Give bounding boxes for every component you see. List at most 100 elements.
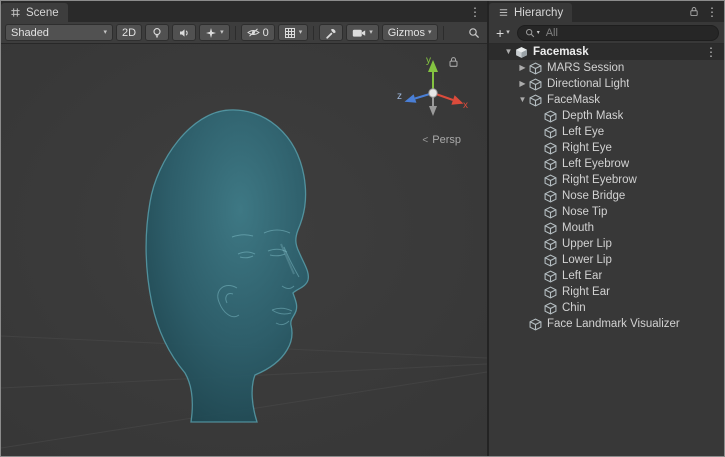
tree-row[interactable]: Right Ear <box>489 284 724 300</box>
scene-row-kebab-icon[interactable]: ⋮ <box>705 46 724 58</box>
tree-row[interactable]: ▼ FaceMask <box>489 92 724 108</box>
tree-row[interactable]: Left Eyebrow <box>489 156 724 172</box>
axis-x-cone[interactable] <box>451 95 463 104</box>
search-icon <box>468 27 480 39</box>
scene-lighting-button[interactable] <box>145 24 169 41</box>
scene-search-button[interactable] <box>465 27 483 39</box>
cube-icon <box>544 270 557 283</box>
tree-row[interactable]: Right Eyebrow <box>489 172 724 188</box>
scene-grid-icon <box>10 7 21 18</box>
hierarchy-search-field[interactable]: ▾ All <box>517 25 719 41</box>
axis-z-label: z <box>397 91 402 102</box>
tree-item-label: Nose Bridge <box>562 190 625 202</box>
gizmo-center-ball[interactable] <box>429 89 437 97</box>
tree-row[interactable]: ▶ Directional Light <box>489 76 724 92</box>
foldout-expanded-icon[interactable]: ▼ <box>502 48 515 56</box>
orientation-gizmo[interactable]: y x z <box>395 52 473 130</box>
cube-icon <box>529 94 542 107</box>
cube-icon <box>544 190 557 203</box>
tree-item-label: Face Landmark Visualizer <box>547 318 680 330</box>
tab-hierarchy[interactable]: Hierarchy <box>489 3 572 22</box>
tree-item-label: Directional Light <box>547 78 629 90</box>
chevron-down-icon: ▾ <box>369 29 373 36</box>
scene-effects-dropdown[interactable]: ▾ <box>199 24 230 41</box>
scene-visibility-button[interactable]: 0 <box>241 24 275 41</box>
chevron-down-icon: ▾ <box>103 29 107 36</box>
tree-row[interactable]: Depth Mask <box>489 108 724 124</box>
scene-tools-button[interactable] <box>319 24 343 41</box>
hierarchy-lock-icon[interactable] <box>689 6 699 17</box>
axis-y-label: y <box>426 55 431 66</box>
scene-name-label: Facemask <box>533 46 589 58</box>
tab-scene-label: Scene <box>26 7 59 19</box>
tree-row[interactable]: Upper Lip <box>489 236 724 252</box>
chevron-down-icon: ▾ <box>299 29 303 36</box>
chevron-down-icon: ▾ <box>506 29 510 36</box>
hierarchy-panel: Hierarchy ⋮ + ▾ ▾ All ▼ Facemask <box>489 1 724 456</box>
tree-row-scene[interactable]: ▼ Facemask ⋮ <box>489 44 724 60</box>
tree-item-label: FaceMask <box>547 94 600 106</box>
cube-icon <box>544 126 557 139</box>
search-filter-caret-icon[interactable]: ▾ <box>537 30 540 36</box>
shading-mode-dropdown[interactable]: Shaded ▾ <box>5 24 113 41</box>
hierarchy-tree: ▼ Facemask ⋮ ▶ MARS Session ▶ Directiona… <box>489 44 724 456</box>
tree-item-label: Depth Mask <box>562 110 623 122</box>
tree-row[interactable]: Nose Tip <box>489 204 724 220</box>
tree-item-label: Left Eyebrow <box>562 158 629 170</box>
view-lock-icon[interactable] <box>448 56 459 68</box>
tree-row[interactable]: Mouth <box>489 220 724 236</box>
list-icon <box>498 7 509 18</box>
unity-scene-icon <box>515 46 528 59</box>
create-object-button[interactable]: + ▾ <box>496 26 510 40</box>
scene-viewport[interactable]: y x z < Persp <box>1 44 487 456</box>
tree-row[interactable]: Left Eye <box>489 124 724 140</box>
shading-mode-label: Shaded <box>11 27 49 39</box>
grid-settings-dropdown[interactable]: ▾ <box>278 24 309 41</box>
cube-icon <box>544 158 557 171</box>
lightbulb-icon <box>151 27 163 39</box>
cube-icon <box>544 254 557 267</box>
foldout-expanded-icon[interactable]: ▼ <box>516 96 529 104</box>
scene-audio-button[interactable] <box>172 24 196 41</box>
tree-row[interactable]: ▶ Face Landmark Visualizer <box>489 316 724 332</box>
unity-editor-window: Scene ⋮ Shaded ▾ 2D ▾ <box>0 0 725 457</box>
projection-toggle[interactable]: < Persp <box>422 134 461 146</box>
tree-row[interactable]: Right Eye <box>489 140 724 156</box>
chevron-down-icon: ▾ <box>428 29 432 36</box>
toggle-2d-button[interactable]: 2D <box>116 24 142 41</box>
cube-icon <box>529 78 542 91</box>
hierarchy-kebab-menu-icon[interactable]: ⋮ <box>706 6 718 18</box>
hidden-object-count: 0 <box>263 27 269 39</box>
wrench-icon <box>325 27 337 39</box>
cube-icon <box>544 174 557 187</box>
cube-icon <box>529 62 542 75</box>
search-icon <box>525 28 535 38</box>
chevron-down-icon: ▾ <box>220 29 224 36</box>
tree-row[interactable]: Nose Bridge <box>489 188 724 204</box>
projection-label: Persp <box>432 134 461 146</box>
foldout-collapsed-icon[interactable]: ▶ <box>516 80 529 88</box>
gizmos-dropdown[interactable]: Gizmos ▾ <box>382 24 438 41</box>
axis-z-cone[interactable] <box>405 94 417 103</box>
tree-row[interactable]: ▶ MARS Session <box>489 60 724 76</box>
scene-camera-dropdown[interactable]: ▾ <box>346 24 379 41</box>
tree-row[interactable]: Chin <box>489 300 724 316</box>
tree-row[interactable]: Left Ear <box>489 268 724 284</box>
gizmos-label: Gizmos <box>388 27 425 39</box>
cube-icon <box>544 238 557 251</box>
scene-panel: Scene ⋮ Shaded ▾ 2D ▾ <box>1 1 487 456</box>
tree-item-label: Mouth <box>562 222 594 234</box>
scene-kebab-menu-icon[interactable]: ⋮ <box>469 6 481 18</box>
search-placeholder: All <box>546 27 558 39</box>
tab-scene[interactable]: Scene <box>1 3 68 22</box>
tree-row[interactable]: Lower Lip <box>489 252 724 268</box>
cube-icon <box>544 302 557 315</box>
cube-icon <box>544 142 557 155</box>
axis-neg-y-cone[interactable] <box>429 106 437 116</box>
foldout-collapsed-icon[interactable]: ▶ <box>516 64 529 72</box>
tree-item-label: Left Eye <box>562 126 604 138</box>
eye-slash-icon <box>247 27 260 38</box>
scene-tabbar: Scene ⋮ <box>1 1 487 22</box>
tree-item-label: Chin <box>562 302 586 314</box>
tree-item-label: Right Eye <box>562 142 612 154</box>
